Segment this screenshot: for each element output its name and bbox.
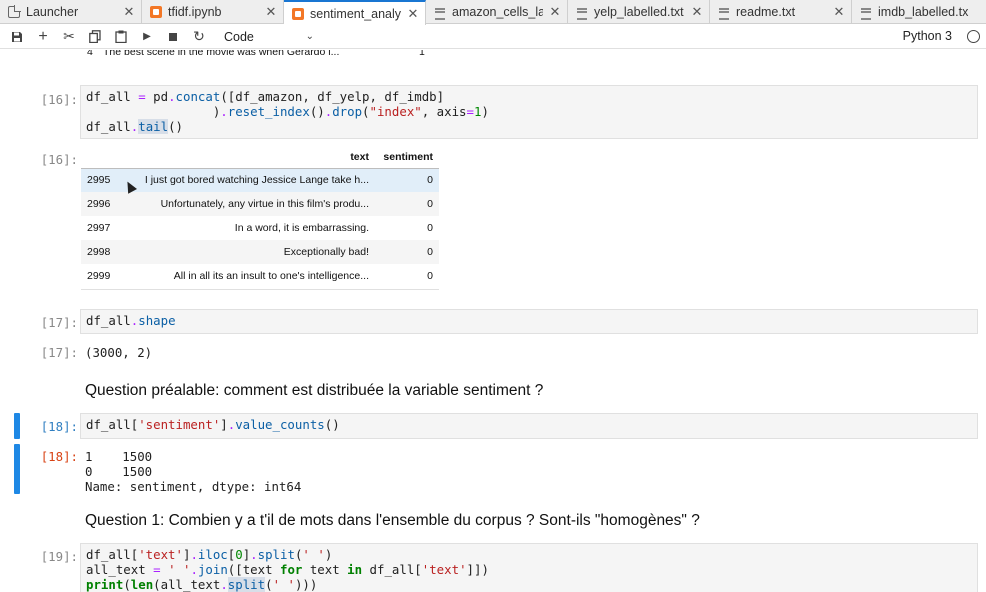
row-index: 2996	[81, 192, 121, 216]
close-icon[interactable]: ✕	[123, 4, 135, 20]
cell-type-value: Code	[224, 29, 254, 44]
notebook-icon	[292, 7, 304, 20]
play-icon: ▶	[143, 31, 151, 42]
tab-label: readme.txt	[736, 5, 796, 19]
cut-button[interactable]: ✂	[56, 26, 82, 48]
save-button[interactable]	[4, 26, 30, 48]
row-sentiment: 0	[375, 240, 439, 264]
notebook-panel: 4 The best scene in the movie was when G…	[0, 50, 986, 592]
launcher-icon	[8, 5, 21, 18]
save-icon	[12, 31, 22, 42]
output-prompt: [18]:	[40, 449, 78, 464]
code-cell-17[interactable]: df_all.shape	[80, 309, 978, 334]
row-sentiment: 0	[427, 270, 433, 282]
input-prompt: [17]:	[40, 315, 78, 330]
row-sentiment: 0	[427, 222, 433, 234]
index-header	[81, 146, 121, 169]
text-file-icon	[434, 6, 446, 20]
tab-launcher[interactable]: Launcher ✕	[0, 0, 142, 24]
run-button[interactable]: ▶	[134, 26, 160, 48]
tab-sentiment-analysis[interactable]: sentiment_analys ✕	[284, 0, 426, 25]
table-row: 2998 Exceptionally bad! 0	[81, 240, 439, 264]
tab-yelp-labelled[interactable]: yelp_labelled.txt ✕	[568, 0, 710, 24]
row-sentiment: 0	[375, 168, 439, 192]
row-text: In a word, it is embarrassing.	[234, 222, 369, 234]
notebook-icon	[150, 6, 162, 18]
notebook-toolbar: + ✂ ▶ ↻ Code ⌄ Python 3	[0, 25, 986, 49]
input-prompt: [19]:	[40, 549, 78, 564]
insert-cell-button[interactable]: +	[30, 26, 56, 48]
column-header-sentiment: sentiment	[375, 146, 439, 169]
text-file-icon	[576, 6, 588, 20]
cell-output-17: (3000, 2)	[85, 345, 153, 360]
code-cell-16[interactable]: df_all = pd.concat([df_amazon, df_yelp, …	[80, 85, 978, 139]
close-icon[interactable]: ✕	[407, 6, 419, 22]
tab-bar: Launcher ✕ tfidf.ipynb ✕ sentiment_analy…	[0, 0, 986, 25]
tab-label: imdb_labelled.tx	[878, 5, 969, 19]
kernel-name[interactable]: Python 3	[903, 29, 952, 43]
paste-button[interactable]	[108, 26, 134, 48]
row-index: 2997	[87, 222, 111, 234]
table-bottom-divider	[81, 289, 439, 290]
row-index: 4	[87, 50, 93, 58]
input-prompt: [18]:	[40, 419, 78, 434]
restart-icon: ↻	[193, 28, 205, 44]
tab-amazon-cells[interactable]: amazon_cells_la ✕	[426, 0, 568, 24]
code-cell-19[interactable]: df_all['text'].iloc[0].split(' ') all_te…	[80, 543, 978, 592]
row-sentiment: 1	[419, 50, 425, 58]
row-index: 2995	[81, 168, 121, 192]
tab-readme[interactable]: readme.txt ✕	[710, 0, 852, 24]
copy-icon	[89, 30, 101, 43]
chevron-down-icon: ⌄	[305, 31, 314, 42]
text-file-icon	[860, 6, 872, 20]
table-row: 2999 All in all its an insult to one's i…	[81, 264, 439, 288]
row-text: I just got bored watching Jessice Lange …	[121, 168, 375, 192]
row-index: 2999	[87, 270, 111, 282]
text-file-icon	[718, 6, 730, 20]
tab-label: yelp_labelled.txt	[594, 5, 684, 19]
previous-output-row: 4 The best scene in the movie was when G…	[85, 50, 445, 60]
stop-icon	[169, 32, 177, 41]
table-row: 2996 Unfortunately, any virtue in this f…	[81, 192, 439, 216]
paste-icon	[115, 30, 127, 43]
row-text: Unfortunately, any virtue in this film's…	[121, 192, 375, 216]
column-header-text: text	[121, 146, 375, 169]
table-row: 2997 In a word, it is embarrassing. 0	[81, 216, 439, 240]
tab-label: sentiment_analys	[310, 6, 401, 21]
tab-label: tfidf.ipynb	[168, 5, 222, 19]
row-text: Exceptionally bad!	[121, 240, 375, 264]
scissors-icon: ✂	[63, 28, 75, 44]
output-prompt: [17]:	[40, 345, 78, 360]
copy-button[interactable]	[82, 26, 108, 48]
row-text: All in all its an insult to one's intell…	[173, 270, 369, 282]
markdown-heading: Question préalable: comment est distribu…	[85, 382, 544, 399]
close-icon[interactable]: ✕	[691, 4, 703, 20]
input-prompt: [16]:	[40, 92, 78, 107]
kernel-status-icon	[967, 30, 980, 43]
tab-label: amazon_cells_la	[452, 5, 543, 19]
table-header-row: text sentiment	[81, 146, 439, 169]
row-index: 2998	[81, 240, 121, 264]
row-text: The best scene in the movie was when Ger…	[103, 50, 340, 58]
close-icon[interactable]: ✕	[549, 4, 561, 20]
output-prompt: [16]:	[40, 152, 78, 167]
tab-imdb-labelled[interactable]: imdb_labelled.tx	[852, 0, 986, 24]
interrupt-button[interactable]	[160, 26, 186, 48]
plus-icon: +	[38, 27, 48, 45]
restart-button[interactable]: ↻	[186, 26, 212, 48]
close-icon[interactable]: ✕	[833, 4, 845, 20]
cell-type-dropdown[interactable]: Code ⌄	[224, 30, 314, 44]
row-sentiment: 0	[375, 192, 439, 216]
tab-tfidf[interactable]: tfidf.ipynb ✕	[142, 0, 284, 24]
cell-output-18: 1 1500 0 1500 Name: sentiment, dtype: in…	[85, 449, 302, 494]
close-icon[interactable]: ✕	[265, 4, 277, 20]
code-cell-18[interactable]: df_all['sentiment'].value_counts()	[80, 413, 978, 439]
markdown-heading: Question 1: Combien y a t'il de mots dan…	[85, 512, 700, 529]
tab-label: Launcher	[26, 5, 79, 19]
dataframe-output: text sentiment 2995 I just got bored wat…	[81, 146, 439, 288]
